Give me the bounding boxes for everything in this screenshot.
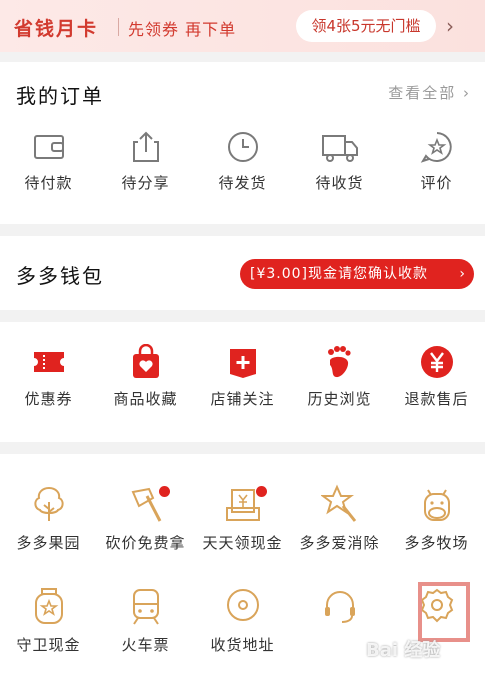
yen-circle-icon (420, 346, 453, 378)
section-title: 我的订单 (16, 84, 104, 108)
my-orders-section: 我的订单 查看全部 › 待付款 待分享 待发货 待收货 评价 (0, 62, 485, 224)
service-refund[interactable]: 退款售后 (388, 344, 485, 409)
service-coupons[interactable]: 优惠券 (0, 344, 97, 409)
item-label: 多多爱消除 (299, 534, 380, 552)
location-icon (226, 589, 259, 621)
view-all-orders-link[interactable]: 查看全部 › (388, 82, 471, 103)
tool-train-tickets[interactable]: 火车票 (97, 586, 194, 655)
tool-guard-cash[interactable]: 守卫现金 (0, 586, 97, 655)
bag-heart-icon (132, 344, 159, 378)
item-label: 待分享 (121, 174, 170, 192)
notification-dot (159, 486, 170, 497)
tool-ranch[interactable]: 多多牧场 (388, 484, 485, 553)
tool-bargain[interactable]: 砍价免费拿 (97, 484, 194, 553)
item-label: 火车票 (121, 636, 170, 654)
banner-divider (118, 18, 119, 36)
tree-icon (33, 486, 64, 521)
tool-daily-cash[interactable]: 天天领现金 (194, 484, 291, 553)
item-label: 商品收藏 (113, 390, 178, 408)
clock-icon (227, 132, 258, 162)
order-pending-share[interactable]: 待分享 (97, 130, 194, 193)
watermark: Bai 经验 (366, 640, 441, 661)
settings-highlight-box (418, 582, 470, 642)
item-label: 待收货 (315, 174, 364, 192)
item-label: 收货地址 (210, 636, 275, 654)
order-review[interactable]: 评价 (388, 130, 485, 193)
service-store-follow[interactable]: 店铺关注 (194, 344, 291, 409)
train-icon (132, 589, 159, 625)
notification-dot (256, 486, 267, 497)
tool-orchard[interactable]: 多多果园 (0, 484, 97, 553)
tool-match-game[interactable]: 多多爱消除 (291, 484, 388, 553)
store-plus-icon (229, 349, 256, 378)
monthly-card-banner[interactable]: 省钱月卡 先领券 再下单 领4张5元无门槛 › (0, 0, 485, 52)
order-pending-receipt[interactable]: 待收货 (291, 130, 388, 193)
service-history[interactable]: 历史浏览 (291, 344, 388, 409)
coupon-icon (33, 352, 64, 372)
review-icon (420, 132, 452, 163)
item-label: 评价 (420, 174, 453, 192)
banner-subtitle: 先领券 再下单 (128, 20, 237, 39)
item-label: 砍价免费拿 (105, 534, 186, 552)
banner-title: 省钱月卡 (14, 18, 99, 40)
tool-shipping-address[interactable]: 收货地址 (194, 586, 291, 655)
item-label: 多多牧场 (404, 534, 469, 552)
chevron-right-icon: › (459, 266, 466, 282)
order-pending-shipment[interactable]: 待发货 (194, 130, 291, 193)
item-label: 店铺关注 (210, 390, 275, 408)
order-pending-payment[interactable]: 待付款 (0, 130, 97, 193)
wallet-icon (33, 135, 64, 159)
star-wand-icon (320, 484, 356, 522)
item-label: 天天领现金 (202, 534, 283, 552)
service-favorites[interactable]: 商品收藏 (97, 344, 194, 409)
item-label: 守卫现金 (16, 636, 81, 654)
item-label: 历史浏览 (307, 390, 372, 408)
item-label: 退款售后 (404, 390, 469, 408)
cash-confirm-notice[interactable]: [¥3.00]现金请您确认收款 › (240, 259, 474, 289)
item-label: 待付款 (24, 174, 73, 192)
cash-jar-icon (34, 588, 63, 624)
footprint-icon (327, 346, 351, 378)
headset-icon (324, 591, 355, 623)
item-label: 优惠券 (24, 390, 73, 408)
item-label: 多多果园 (16, 534, 81, 552)
item-label: 待发货 (218, 174, 267, 192)
notice-text: [¥3.00]现金请您确认收款 (250, 266, 429, 282)
cow-icon (423, 489, 450, 521)
truck-icon (321, 135, 358, 162)
coupon-claim-pill[interactable]: 领4张5元无门槛 (296, 10, 436, 42)
chevron-right-icon[interactable]: › (446, 14, 454, 38)
wallet-section[interactable]: 多多钱包 [¥3.00]现金请您确认收款 › (0, 236, 485, 310)
services-section: 优惠券 商品收藏 店铺关注 历史浏览 退款售后 (0, 322, 485, 442)
share-icon (132, 131, 159, 162)
wallet-title: 多多钱包 (16, 264, 104, 288)
